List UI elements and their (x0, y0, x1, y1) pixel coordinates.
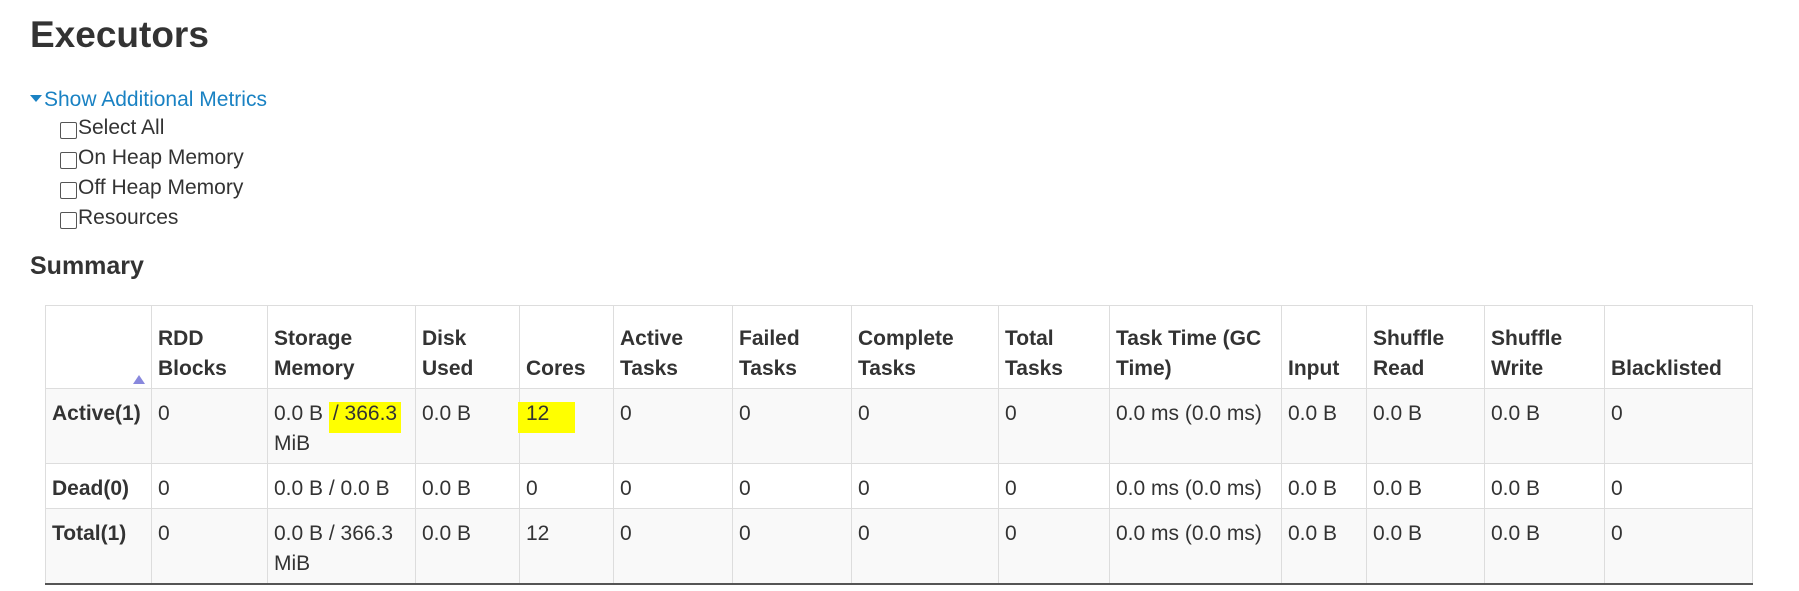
task-time-cell: 0.0 ms (0.0 ms) (1109, 388, 1282, 464)
header-shuffle-write[interactable]: Shuffle Write (1484, 305, 1605, 389)
summary-table: RDD Blocks Storage Memory Disk Used Core… (45, 305, 1753, 585)
rdd-blocks-cell: 0 (151, 508, 268, 585)
shuffle-read-cell: 0.0 B (1366, 508, 1485, 585)
complete-tasks-cell: 0 (851, 388, 999, 464)
disk-used-cell: 0.0 B (415, 388, 520, 464)
shuffle-read-cell: 0.0 B (1366, 463, 1485, 509)
failed-tasks-cell: 0 (732, 388, 852, 464)
shuffle-write-cell: 0.0 B (1484, 508, 1605, 585)
row-label: Active(1) (45, 388, 152, 464)
storage-memory-cell: 0.0 B / 366.3 MiB (267, 508, 416, 585)
on-heap-memory-label: On Heap Memory (78, 146, 244, 169)
select-all-label: Select All (78, 116, 165, 139)
cores-cell: 12 (519, 508, 614, 585)
header-blacklisted[interactable]: Blacklisted (1604, 305, 1753, 389)
storage-total-highlight: / 366.3 (328, 402, 402, 433)
metric-option-off-heap-memory[interactable]: Off Heap Memory (60, 175, 243, 201)
select-all-checkbox[interactable] (60, 121, 77, 139)
input-cell: 0.0 B (1281, 508, 1367, 585)
blacklisted-cell: 0 (1604, 508, 1753, 585)
metric-option-select-all[interactable]: Select All (60, 115, 164, 141)
header-failed-tasks[interactable]: Failed Tasks (732, 305, 852, 389)
resources-label: Resources (78, 206, 179, 229)
header-disk-used[interactable]: Disk Used (415, 305, 520, 389)
input-cell: 0.0 B (1281, 463, 1367, 509)
rdd-blocks-cell: 0 (151, 463, 268, 509)
header-storage-memory[interactable]: Storage Memory (267, 305, 416, 389)
total-tasks-cell: 0 (998, 388, 1110, 464)
metric-option-on-heap-memory[interactable]: On Heap Memory (60, 145, 244, 171)
cores-cell: 0 (519, 463, 614, 509)
row-label: Dead(0) (45, 463, 152, 509)
blacklisted-cell: 0 (1604, 388, 1753, 464)
total-tasks-cell: 0 (998, 508, 1110, 585)
disk-used-cell: 0.0 B (415, 508, 520, 585)
active-tasks-cell: 0 (613, 388, 733, 464)
input-cell: 0.0 B (1281, 388, 1367, 464)
disk-used-cell: 0.0 B (415, 463, 520, 509)
cores-cell: 12 (518, 388, 614, 464)
header-complete-tasks[interactable]: Complete Tasks (851, 305, 999, 389)
failed-tasks-cell: 0 (732, 508, 852, 585)
header-total-tasks[interactable]: Total Tasks (998, 305, 1110, 389)
header-label-column[interactable] (45, 305, 152, 389)
resources-checkbox[interactable] (60, 211, 77, 229)
summary-row-dead: Dead(0) 0 0.0 B / 0.0 B 0.0 B 0 0 0 0 0 … (45, 463, 1753, 509)
task-time-cell: 0.0 ms (0.0 ms) (1109, 508, 1282, 585)
caret-down-icon (30, 94, 42, 102)
cores-highlight: 12 (518, 402, 576, 433)
failed-tasks-cell: 0 (732, 463, 852, 509)
rdd-blocks-cell: 0 (151, 388, 268, 464)
storage-memory-cell: 0.0 B / 366.3 MiB (267, 388, 416, 464)
summary-header-row: RDD Blocks Storage Memory Disk Used Core… (45, 305, 1753, 389)
complete-tasks-cell: 0 (851, 463, 999, 509)
header-input[interactable]: Input (1281, 305, 1367, 389)
header-cores[interactable]: Cores (519, 305, 614, 389)
summary-row-active: Active(1) 0 0.0 B / 366.3 MiB 0.0 B 12 0 … (45, 388, 1753, 464)
off-heap-memory-label: Off Heap Memory (78, 176, 244, 199)
blacklisted-cell: 0 (1604, 463, 1753, 509)
storage-unit-value: MiB (274, 432, 311, 455)
shuffle-write-cell: 0.0 B (1484, 463, 1605, 509)
header-task-time[interactable]: Task Time (GC Time) (1109, 305, 1282, 389)
storage-memory-cell: 0.0 B / 0.0 B (267, 463, 416, 509)
header-rdd-blocks[interactable]: RDD Blocks (151, 305, 268, 389)
sort-ascending-icon (133, 375, 145, 384)
summary-title: Summary (30, 252, 144, 280)
active-tasks-cell: 0 (613, 463, 733, 509)
complete-tasks-cell: 0 (851, 508, 999, 585)
summary-row-total: Total(1) 0 0.0 B / 366.3 MiB 0.0 B 12 0 … (45, 508, 1753, 585)
show-additional-metrics-label: Show Additional Metrics (44, 88, 267, 111)
show-additional-metrics-toggle[interactable]: Show Additional Metrics (30, 88, 267, 112)
row-label: Total(1) (45, 508, 152, 585)
off-heap-memory-checkbox[interactable] (60, 181, 77, 199)
shuffle-write-cell: 0.0 B (1484, 388, 1605, 464)
task-time-cell: 0.0 ms (0.0 ms) (1109, 463, 1282, 509)
header-shuffle-read[interactable]: Shuffle Read (1366, 305, 1485, 389)
page-title: Executors (30, 14, 209, 55)
on-heap-memory-checkbox[interactable] (60, 151, 77, 169)
metric-option-resources[interactable]: Resources (60, 205, 178, 231)
storage-used-value: 0.0 B (274, 402, 324, 425)
active-tasks-cell: 0 (613, 508, 733, 585)
header-active-tasks[interactable]: Active Tasks (613, 305, 733, 389)
total-tasks-cell: 0 (998, 463, 1110, 509)
shuffle-read-cell: 0.0 B (1366, 388, 1485, 464)
